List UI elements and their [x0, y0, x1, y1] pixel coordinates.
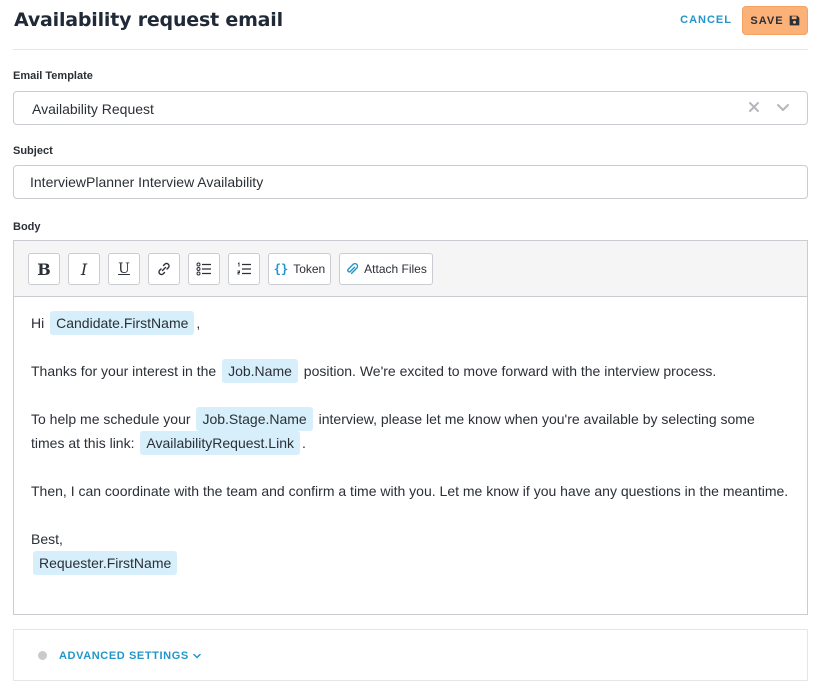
cancel-button[interactable]: CANCEL — [680, 14, 732, 26]
braces-icon: {} — [273, 262, 289, 276]
attach-files-button[interactable]: Attach Files — [339, 253, 433, 285]
email-template-value: Availability Request — [32, 101, 154, 117]
clear-icon[interactable] — [747, 100, 761, 114]
bullet-list-button[interactable] — [188, 253, 220, 285]
body-editor[interactable]: B I U {} Token Attach Files Hi Candidate… — [13, 240, 808, 615]
paperclip-icon — [347, 263, 359, 275]
link-button[interactable] — [148, 253, 180, 285]
status-dot — [38, 651, 47, 660]
underline-button[interactable]: U — [108, 253, 140, 285]
token-job-stage-name[interactable]: Job.Stage.Name — [196, 407, 313, 431]
bold-button[interactable]: B — [28, 253, 60, 285]
link-icon — [158, 262, 170, 276]
advanced-settings-toggle[interactable]: ADVANCED SETTINGS — [59, 650, 201, 662]
token-button[interactable]: {} Token — [268, 253, 331, 285]
italic-button[interactable]: I — [68, 253, 100, 285]
bullet-list-icon — [196, 262, 211, 276]
token-button-label: Token — [293, 262, 326, 276]
p2-suffix: . — [301, 435, 306, 451]
paragraph-2: To help me schedule your Job.Stage.Name … — [31, 407, 790, 455]
subject-label: Subject — [13, 145, 53, 157]
editor-content[interactable]: Hi Candidate.FirstName, Thanks for your … — [14, 297, 807, 614]
token-candidate-firstname[interactable]: Candidate.FirstName — [50, 311, 195, 335]
advanced-settings-label: ADVANCED SETTINGS — [59, 650, 189, 662]
numbered-list-button[interactable] — [228, 253, 260, 285]
page-header: Availability request email CANCEL SAVE — [13, 0, 808, 50]
chevron-down-icon[interactable] — [776, 102, 790, 114]
email-template-label: Email Template — [13, 70, 93, 82]
subject-input[interactable] — [13, 165, 808, 199]
editor-toolbar: B I U {} Token Attach Files — [14, 241, 807, 297]
signoff-line: Best, — [31, 531, 63, 547]
token-requester-firstname[interactable]: Requester.FirstName — [33, 551, 178, 575]
greeting-line: Hi Candidate.FirstName, — [31, 311, 790, 335]
save-button[interactable]: SAVE — [742, 6, 808, 35]
bold-icon: B — [37, 259, 51, 279]
advanced-settings-panel: ADVANCED SETTINGS — [13, 629, 808, 681]
token-availability-link[interactable]: AvailabilityRequest.Link — [140, 431, 300, 455]
numbered-list-icon — [237, 262, 251, 275]
page-title: Availability request email — [14, 9, 283, 31]
greeting-text: Hi — [31, 315, 45, 331]
p1-prefix: Thanks for your interest in the — [31, 363, 217, 379]
paragraph-3: Then, I can coordinate with the team and… — [31, 483, 789, 499]
p2-prefix: To help me schedule your — [31, 411, 191, 427]
paragraph-1: Thanks for your interest in the Job.Name… — [31, 359, 790, 383]
body-label: Body — [13, 221, 41, 233]
attach-files-label: Attach Files — [364, 262, 427, 276]
signature-line: Requester.FirstName — [31, 551, 790, 575]
p1-suffix: position. We're excited to move forward … — [303, 363, 717, 379]
chevron-down-icon — [193, 653, 201, 659]
italic-icon: I — [80, 259, 88, 279]
token-job-name[interactable]: Job.Name — [222, 359, 298, 383]
save-button-label: SAVE — [750, 14, 784, 27]
floppy-disk-icon — [789, 15, 799, 26]
greeting-suffix: , — [196, 315, 201, 331]
email-template-select[interactable]: Availability Request — [13, 91, 808, 125]
underline-icon: U — [118, 261, 130, 277]
